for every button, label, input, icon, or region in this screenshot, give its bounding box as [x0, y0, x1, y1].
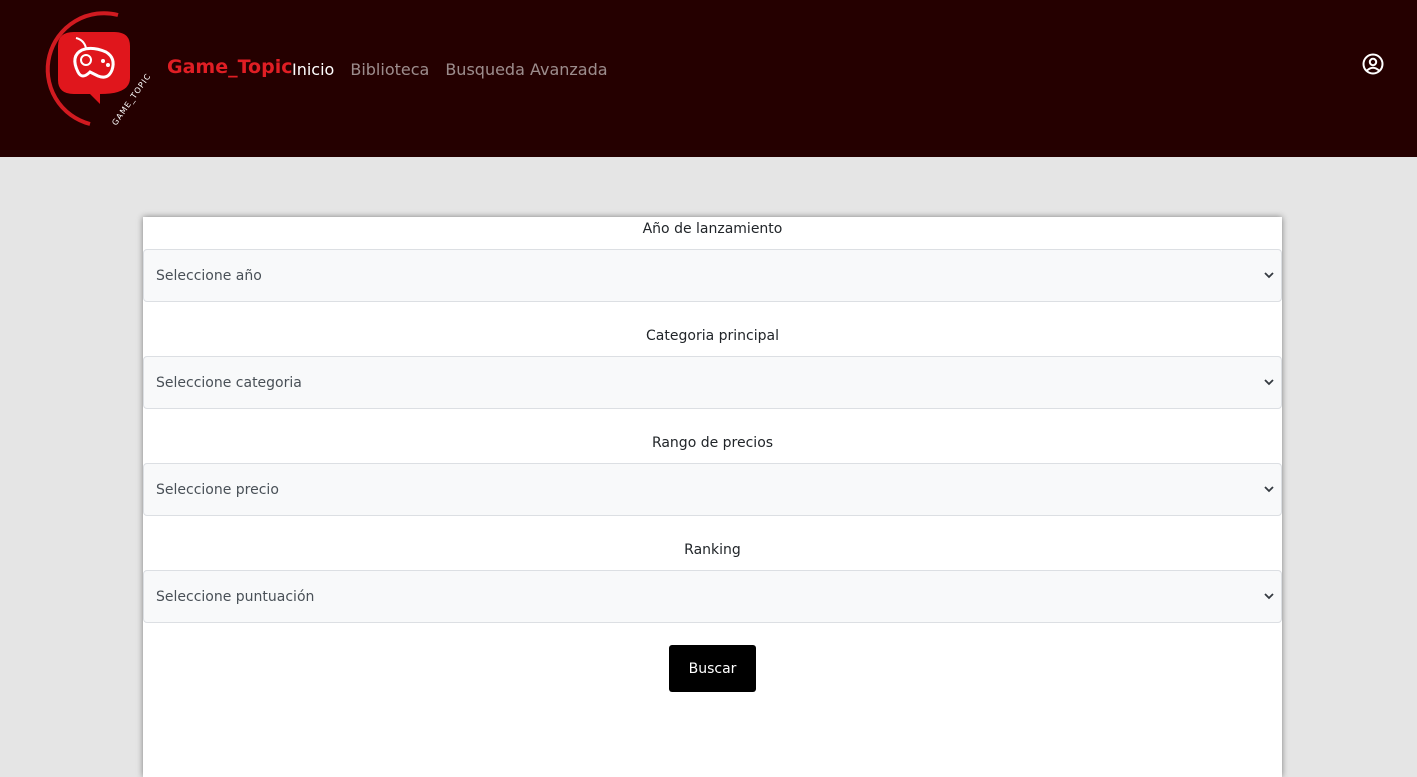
nav-link-inicio[interactable]: Inicio	[292, 60, 334, 79]
main-nav: Inicio Biblioteca Busqueda Avanzada	[292, 60, 608, 79]
price-select[interactable]: Seleccione precio	[143, 463, 1282, 516]
category-select-value: Seleccione categoria	[156, 374, 302, 391]
advanced-search-form: Año de lanzamiento Seleccione año Catego…	[143, 217, 1282, 777]
price-label: Rango de precios	[651, 435, 774, 451]
brand-link[interactable]: Game_Topic	[167, 56, 292, 78]
price-field: Rango de precios Seleccione precio	[143, 431, 1282, 538]
year-label: Año de lanzamiento	[642, 221, 783, 237]
category-label: Categoria principal	[646, 328, 779, 344]
category-field: Categoria principal Seleccione categoria	[143, 324, 1282, 431]
year-select-value: Seleccione año	[156, 267, 262, 284]
top-navbar: GAME_TOPIC Game_Topic Inicio Biblioteca …	[0, 0, 1417, 157]
price-select-value: Seleccione precio	[156, 481, 279, 498]
ranking-label: Ranking	[684, 542, 741, 558]
ranking-field: Ranking Seleccione puntuación	[143, 538, 1282, 645]
year-select[interactable]: Seleccione año	[143, 249, 1282, 302]
ranking-select[interactable]: Seleccione puntuación	[143, 570, 1282, 623]
game-topic-logo-icon[interactable]: GAME_TOPIC	[30, 8, 153, 130]
chevron-down-icon	[1264, 486, 1274, 493]
ranking-select-value: Seleccione puntuación	[156, 588, 315, 605]
chevron-down-icon	[1264, 593, 1274, 600]
search-button[interactable]: Buscar	[669, 645, 756, 692]
chevron-down-icon	[1264, 272, 1274, 279]
nav-link-busqueda-avanzada[interactable]: Busqueda Avanzada	[445, 60, 607, 79]
user-account-icon[interactable]	[1361, 52, 1385, 76]
nav-link-biblioteca[interactable]: Biblioteca	[350, 60, 429, 79]
chevron-down-icon	[1264, 379, 1274, 386]
category-select[interactable]: Seleccione categoria	[143, 356, 1282, 409]
year-field: Año de lanzamiento Seleccione año	[143, 217, 1282, 324]
